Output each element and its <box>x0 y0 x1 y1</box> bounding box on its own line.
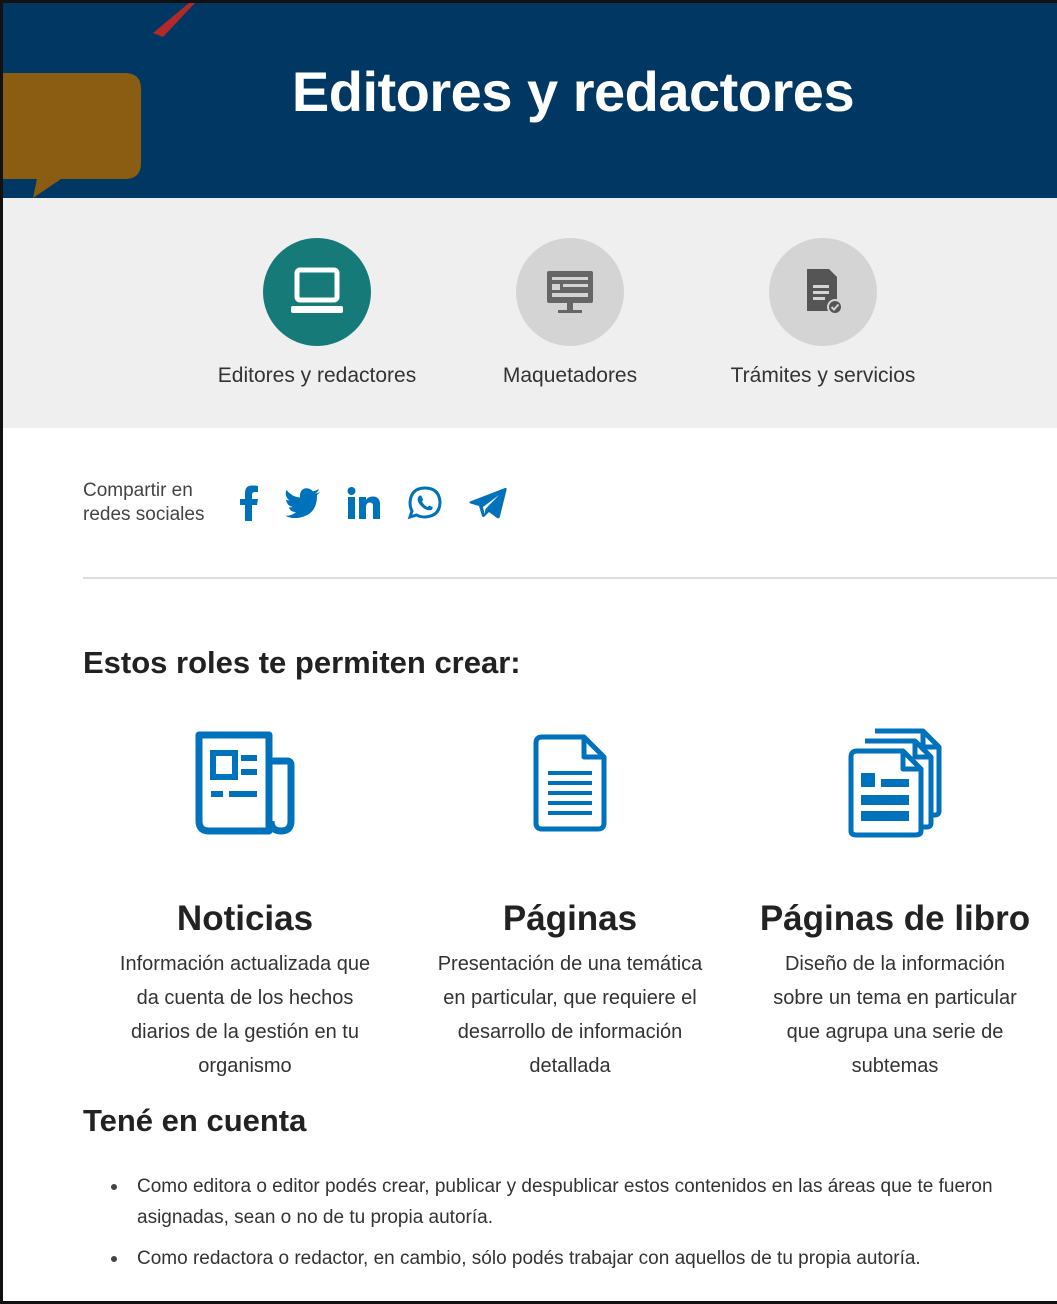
facebook-icon[interactable] <box>239 483 259 523</box>
telegram-icon[interactable] <box>469 483 507 523</box>
document-check-icon <box>769 238 877 346</box>
list-item: Como editora o editor podés crear, publi… <box>111 1171 1041 1233</box>
twitter-icon[interactable] <box>285 483 321 523</box>
linkedin-icon[interactable] <box>347 483 381 523</box>
card-description: Diseño de la información sobre un tema e… <box>773 953 1017 1077</box>
card-description: Presentación de una temática en particul… <box>437 953 703 1077</box>
social-share: Compartir en redes sociales <box>83 479 507 527</box>
role-tab-editores[interactable]: Editores y redactores <box>197 238 437 388</box>
note-text: Como editora o editor podés crear, publi… <box>137 1176 993 1228</box>
role-label: Editores y redactores <box>217 364 417 387</box>
roles-selector: Editores y redactores Maquetadores Trámi… <box>3 198 1057 428</box>
notes-title: Tené en cuenta <box>83 1103 307 1138</box>
book-pages-icon <box>745 723 1045 843</box>
content-type-card-paginas: Páginas Presentación de una temática en … <box>420 723 720 1083</box>
whatsapp-icon[interactable] <box>407 483 443 523</box>
monitor-layout-icon <box>516 238 624 346</box>
role-tab-maquetadores[interactable]: Maquetadores <box>450 238 690 388</box>
bullet <box>111 1256 117 1262</box>
share-label-line1: Compartir en <box>83 480 193 501</box>
card-title: Páginas <box>502 899 638 938</box>
role-label: Trámites y servicios <box>730 364 916 387</box>
content-type-card-paginas-de-libro: Páginas de libro Diseño de la informació… <box>745 723 1045 1083</box>
bullet <box>111 1184 117 1190</box>
page-title: Editores y redactores <box>291 60 855 123</box>
card-title: Páginas de libro <box>759 899 1031 938</box>
create-section-title: Estos roles te permiten crear: <box>83 645 521 680</box>
share-label: Compartir en redes sociales <box>83 479 233 527</box>
speech-bubble-decoration <box>3 3 195 198</box>
list-item: Como redactora o redactor, en cambio, só… <box>111 1243 1041 1274</box>
role-tab-tramites[interactable]: Trámites y servicios <box>703 238 943 388</box>
laptop-icon <box>263 238 371 346</box>
card-title: Noticias <box>176 899 314 938</box>
share-icons <box>239 483 507 523</box>
section-divider <box>83 577 1057 579</box>
page-icon <box>420 723 720 843</box>
note-text: Como redactora o redactor, en cambio, só… <box>137 1248 921 1269</box>
content-type-card-noticias: Noticias Información actualizada que da … <box>95 723 395 1083</box>
page-frame: Editores y redactores Editores y redacto… <box>0 0 1057 1304</box>
card-description: Información actualizada que da cuenta de… <box>119 953 371 1077</box>
role-label: Maquetadores <box>502 364 638 387</box>
share-label-line2: redes sociales <box>83 504 205 525</box>
page-header: Editores y redactores <box>3 3 1057 198</box>
newspaper-icon <box>95 723 395 843</box>
notes-list: Como editora o editor podés crear, publi… <box>111 1171 1041 1284</box>
